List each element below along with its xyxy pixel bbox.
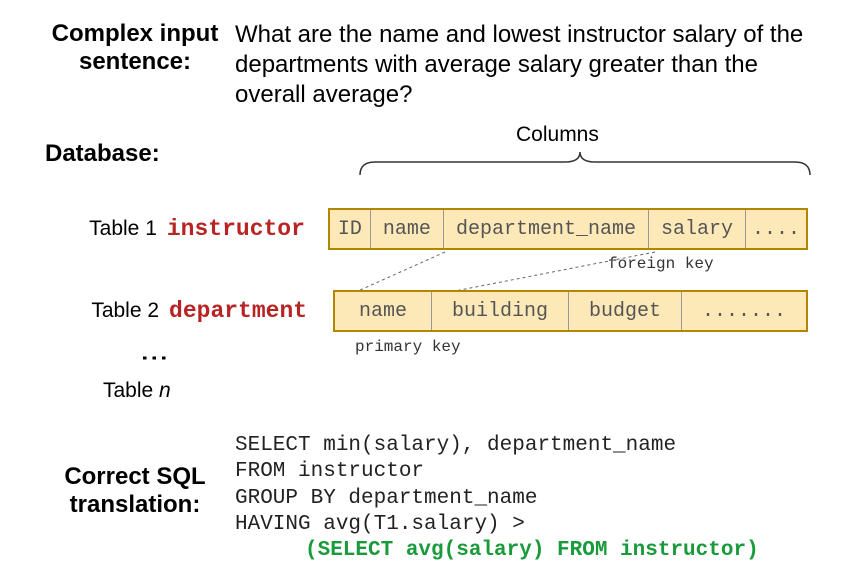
col-salary: salary — [649, 210, 746, 248]
fk-relation-lines — [355, 250, 665, 295]
input-sentence-section: Complex input sentence: What are the nam… — [35, 20, 808, 110]
table-row-2: Table 2 department name building budget … — [35, 290, 808, 332]
col-more2: ....... — [682, 292, 806, 330]
col-deptname: department_name — [444, 210, 649, 248]
sql-label-line1: Correct SQL — [35, 463, 235, 491]
sql-code-block: SELECT min(salary), department_nameFROM … — [235, 433, 808, 564]
label-text: sentence: — [35, 48, 235, 76]
vertical-dots-icon: ⋮ — [150, 344, 158, 374]
col-building: building — [432, 292, 569, 330]
sql-section: Correct SQL translation: SELECT min(sala… — [35, 433, 808, 564]
col-budget: budget — [569, 292, 682, 330]
table-n-var: n — [159, 379, 171, 402]
input-question: What are the name and lowest instructor … — [235, 20, 808, 110]
table-n-label: Table n — [103, 379, 808, 403]
sql-label-line2: translation: — [35, 491, 235, 519]
input-sentence-label: Complex input sentence: — [35, 20, 235, 76]
table-row-1: Table 1 instructor ID name department_na… — [35, 208, 808, 250]
columns-header: Columns — [516, 123, 599, 147]
col-name2: name — [335, 292, 432, 330]
table-name-department: department — [169, 298, 333, 324]
brace-icon — [350, 150, 820, 178]
table-n-text: Table — [103, 379, 153, 402]
sql-line3: GROUP BY department_name — [235, 486, 808, 512]
primary-key-label: primary key — [355, 338, 461, 356]
sql-label: Correct SQL translation: — [35, 433, 235, 519]
sql-line4: HAVING avg(T1.salary) > — [235, 512, 808, 538]
schema-instructor: ID name department_name salary .... — [328, 208, 808, 250]
table-label-2: Table 2 — [35, 299, 169, 323]
sql-subquery: (SELECT avg(salary) FROM instructor) — [235, 538, 808, 564]
sql-line2: FROM instructor — [235, 459, 808, 485]
label-text: Complex input — [35, 20, 235, 48]
col-name: name — [371, 210, 444, 248]
col-id: ID — [330, 210, 371, 248]
schema-department: name building budget ....... — [333, 290, 808, 332]
table-name-instructor: instructor — [167, 216, 328, 242]
table-label-1: Table 1 — [35, 217, 167, 241]
database-section: Database: Columns Table 1 instructor ID … — [35, 140, 808, 403]
sql-line1: SELECT min(salary), department_name — [235, 433, 808, 459]
col-more: .... — [746, 210, 806, 248]
